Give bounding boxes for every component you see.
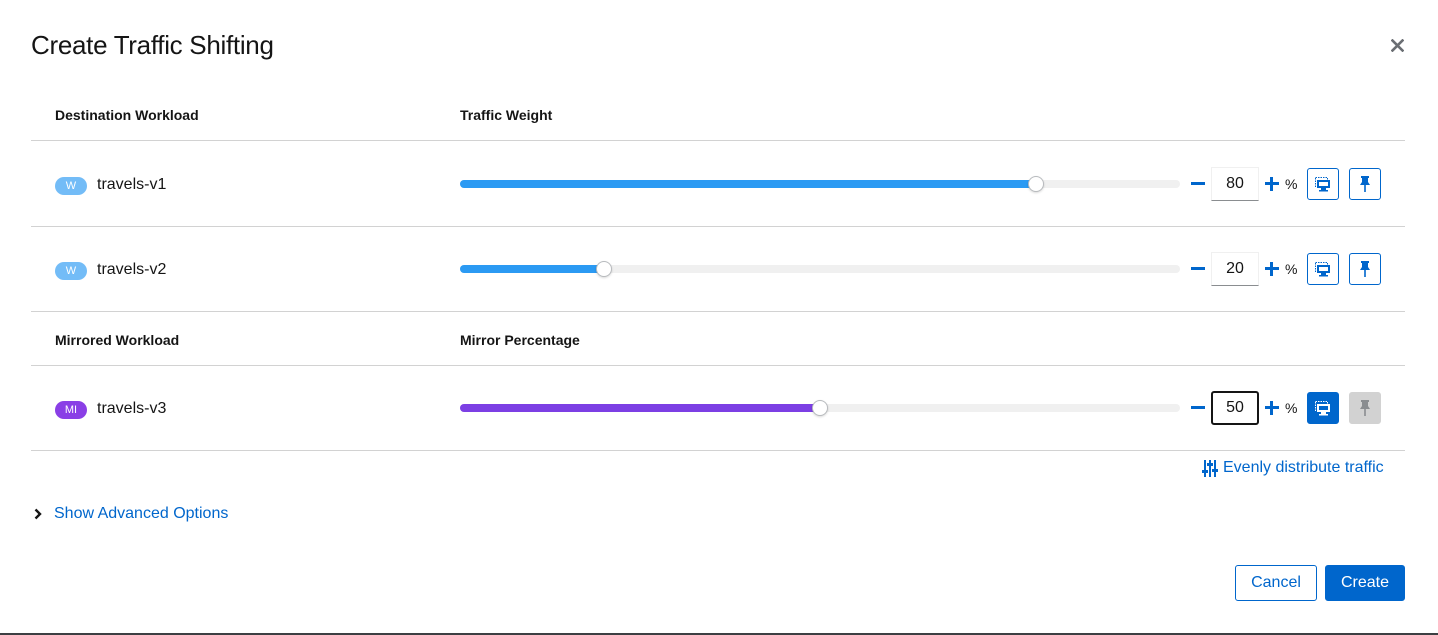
decrement-button[interactable] — [1189, 260, 1207, 278]
mirrored-workload-row: MI travels-v3 % — [31, 366, 1405, 451]
workload-name: travels-v3 — [97, 400, 167, 417]
percent-unit: % — [1285, 261, 1298, 277]
evenly-distribute-label: Evenly distribute traffic — [1223, 459, 1384, 476]
pin-button[interactable] — [1349, 168, 1381, 200]
create-button[interactable]: Create — [1325, 565, 1405, 601]
workload-badge: W — [55, 262, 87, 280]
chevron-right-icon — [34, 508, 42, 520]
percent-unit: % — [1285, 400, 1298, 416]
col-destination-workload: Destination Workload — [55, 107, 199, 123]
decrement-button[interactable] — [1189, 399, 1207, 417]
workload-name: travels-v1 — [97, 176, 167, 193]
pin-button — [1349, 392, 1381, 424]
thumbtack-icon — [1360, 261, 1370, 277]
slider-fill — [460, 404, 820, 412]
workload-row: W travels-v2 % — [31, 227, 1405, 312]
workload-row: W travels-v1 % — [31, 142, 1405, 227]
evenly-distribute-link[interactable]: Evenly distribute traffic — [1202, 459, 1384, 477]
thumbtack-icon — [1360, 400, 1370, 416]
modal-title: Create Traffic Shifting — [31, 30, 274, 60]
percent-unit: % — [1285, 176, 1298, 192]
col-mirrored-workload: Mirrored Workload — [55, 332, 180, 348]
weight-input[interactable] — [1211, 167, 1259, 201]
close-icon — [1390, 38, 1404, 52]
monitor-icon — [1315, 261, 1330, 276]
sliders-icon — [1202, 459, 1218, 477]
weight-slider[interactable] — [460, 261, 1180, 277]
col-traffic-weight: Traffic Weight — [460, 107, 553, 123]
show-advanced-options-toggle[interactable]: Show Advanced Options — [34, 505, 228, 523]
decrement-button[interactable] — [1189, 175, 1207, 193]
increment-button[interactable] — [1263, 399, 1281, 417]
monitor-icon — [1315, 176, 1330, 191]
slider-thumb[interactable] — [1028, 176, 1044, 192]
advanced-options-label: Show Advanced Options — [54, 505, 229, 522]
weight-input[interactable] — [1211, 252, 1259, 286]
increment-button[interactable] — [1263, 175, 1281, 193]
thumbtack-icon — [1360, 176, 1370, 192]
mirror-toggle-button[interactable] — [1307, 253, 1339, 285]
mirror-toggle-button[interactable] — [1307, 168, 1339, 200]
destination-header: Destination Workload Traffic Weight — [31, 87, 1405, 141]
mirror-header: Mirrored Workload Mirror Percentage — [31, 312, 1405, 366]
mirror-toggle-button[interactable] — [1307, 392, 1339, 424]
slider-fill — [460, 265, 604, 273]
slider-thumb[interactable] — [596, 261, 612, 277]
slider-thumb[interactable] — [812, 400, 828, 416]
workload-name: travels-v2 — [97, 261, 167, 278]
workload-badge: W — [55, 177, 87, 195]
close-button[interactable] — [1386, 34, 1408, 56]
mirror-badge: MI — [55, 401, 87, 419]
mirror-input[interactable] — [1211, 391, 1259, 425]
col-mirror-percentage: Mirror Percentage — [460, 332, 580, 348]
monitor-icon — [1315, 400, 1330, 415]
weight-slider[interactable] — [460, 176, 1180, 192]
mirror-slider[interactable] — [460, 400, 1180, 416]
cancel-button[interactable]: Cancel — [1235, 565, 1317, 601]
increment-button[interactable] — [1263, 260, 1281, 278]
pin-button[interactable] — [1349, 253, 1381, 285]
slider-fill — [460, 180, 1036, 188]
